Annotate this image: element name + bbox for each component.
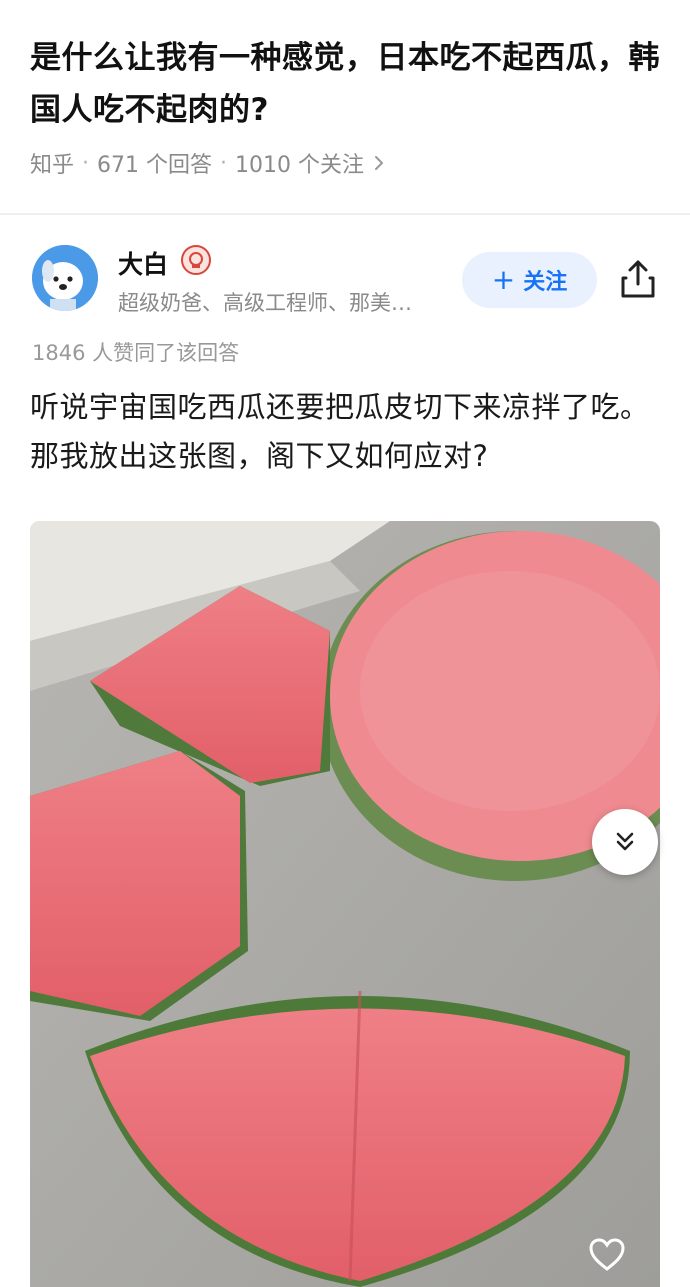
source-label: 知乎 — [30, 153, 75, 178]
meta-separator: · — [82, 150, 90, 176]
author-avatar[interactable] — [32, 245, 98, 311]
heart-icon[interactable] — [588, 1236, 626, 1274]
follow-button[interactable]: + 关注 — [462, 252, 597, 308]
chevron-right-icon — [375, 156, 383, 170]
watermelon-image — [30, 521, 660, 1287]
section-divider — [0, 213, 690, 215]
double-chevron-down-icon — [616, 832, 634, 851]
plus-icon: + — [491, 263, 516, 296]
medal-badge-icon — [181, 245, 211, 275]
answer-text: 听说宇宙国吃西瓜还要把瓜皮切下来凉拌了吃。那我放出这张图，阁下又如何应对? — [30, 390, 650, 473]
question-title[interactable]: 是什么让我有一种感觉，日本吃不起西瓜，韩国人吃不起肉的? — [30, 32, 660, 136]
author-name[interactable]: 大白 — [118, 245, 168, 281]
meta-separator: · — [220, 150, 228, 176]
expand-button[interactable] — [592, 809, 658, 875]
share-icon[interactable] — [618, 258, 658, 300]
answers-count: 671 个回答 — [97, 153, 213, 178]
follow-label: 关注 — [523, 270, 568, 295]
dog-avatar-icon — [32, 245, 98, 311]
author-bio: 超级奶爸、高级工程师、那美… — [118, 291, 412, 315]
followers-count: 1010 个关注 — [235, 153, 364, 178]
question-meta[interactable]: 知乎 · 671 个回答 · 1010 个关注 — [30, 147, 386, 179]
vote-count: 1846 人赞同了该回答 — [32, 341, 240, 365]
watermelon-photo[interactable] — [30, 521, 660, 1287]
